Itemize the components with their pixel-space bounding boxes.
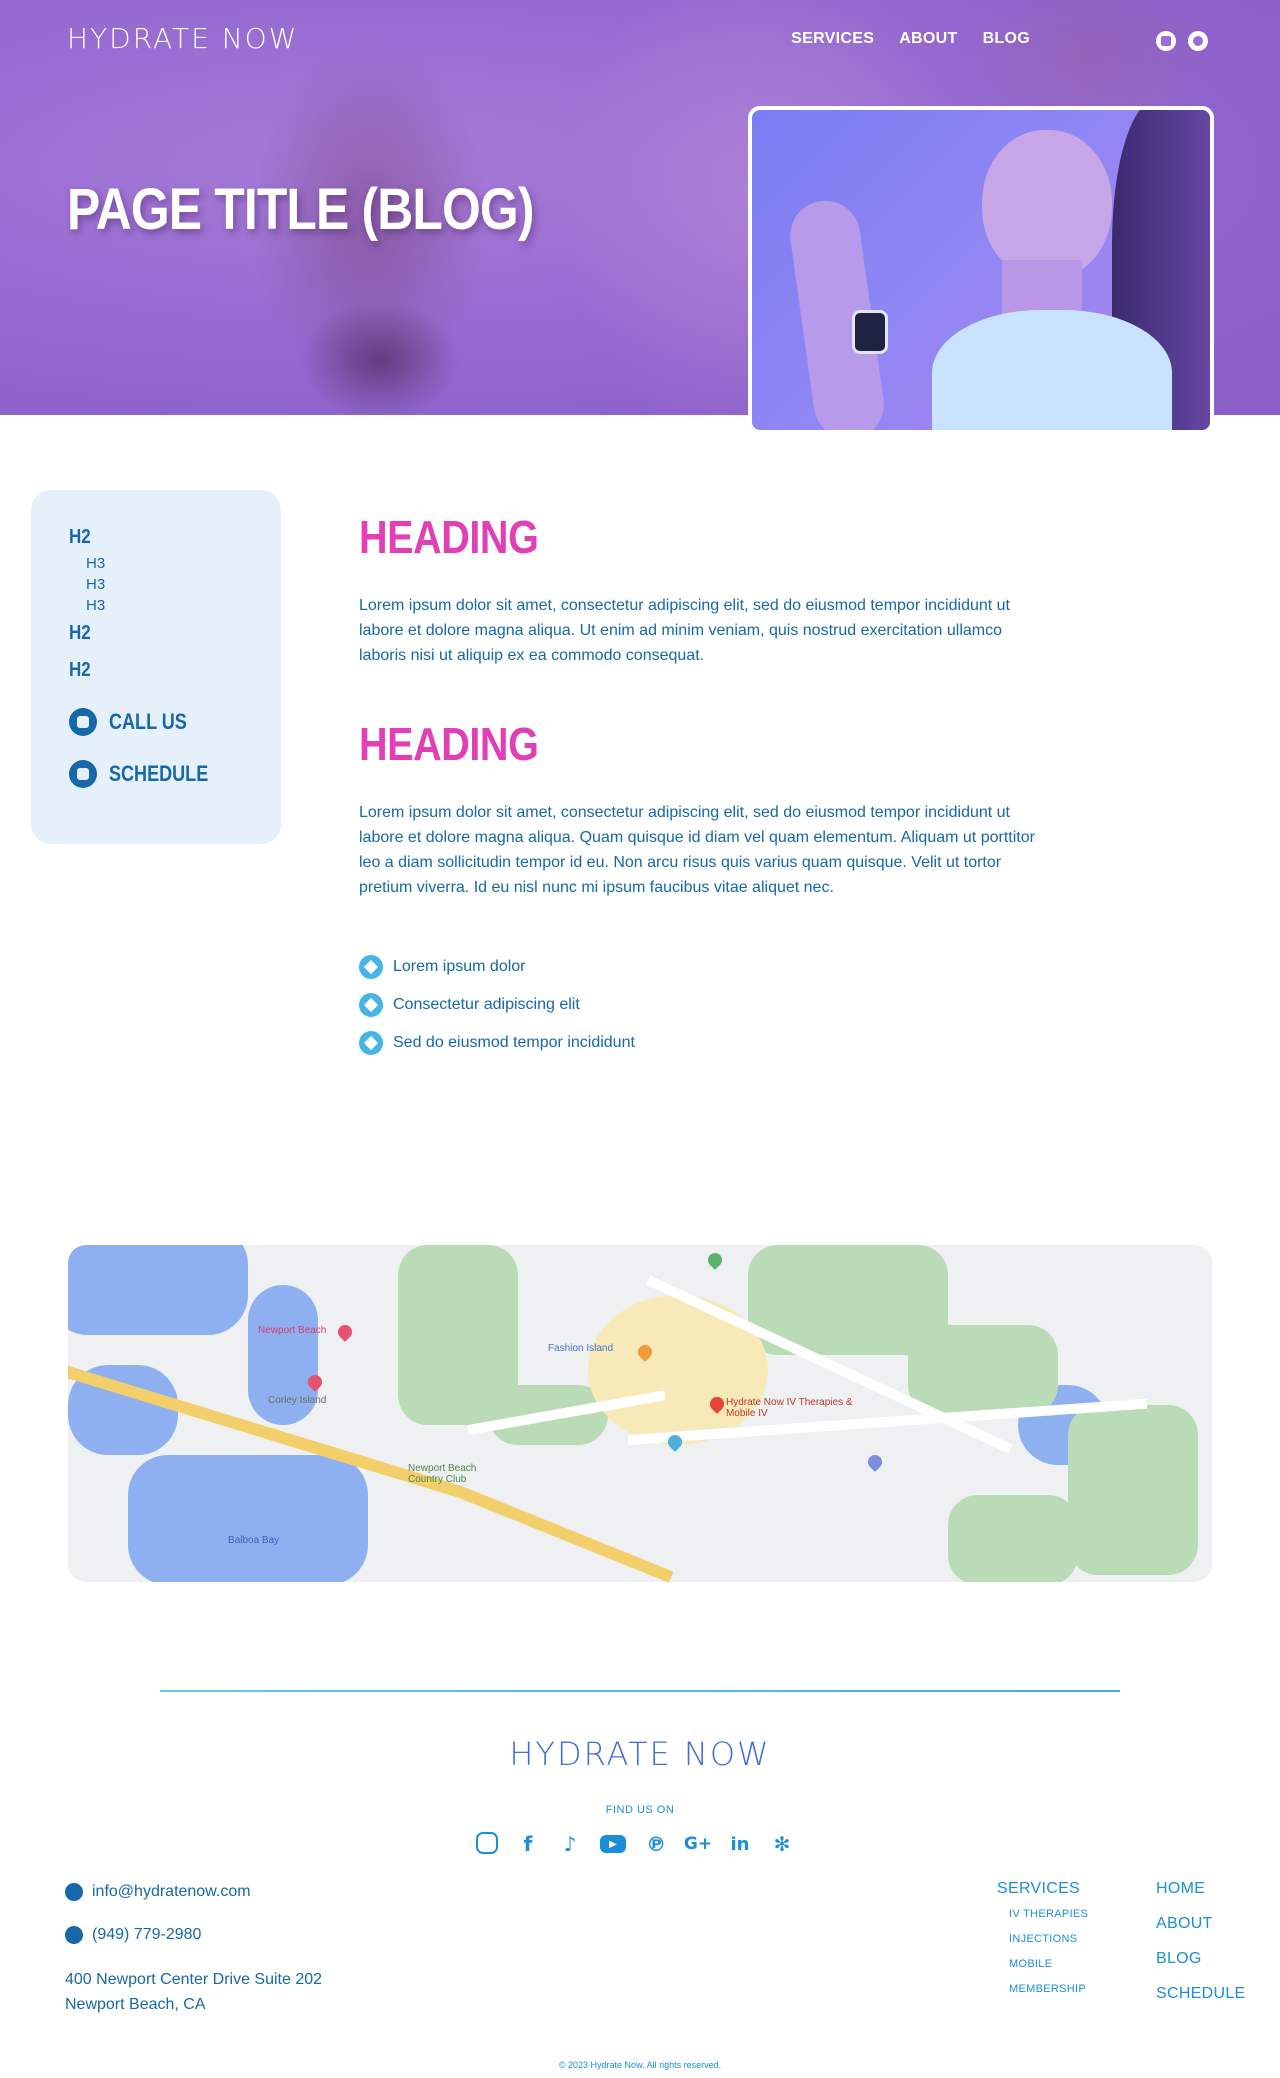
site-logo[interactable]: HYDRATE NOW (67, 22, 298, 55)
footer-link-blog[interactable]: BLOG (1156, 1950, 1246, 1968)
location-pin-icon (335, 1322, 355, 1342)
footer-address: 400 Newport Center Drive Suite 202 Newpo… (65, 1971, 323, 2013)
footer-link-home[interactable]: HOME (1156, 1880, 1246, 1898)
diamond-bullet-icon (359, 1031, 383, 1055)
whatsapp-icon (65, 1926, 83, 1944)
footer-link-about[interactable]: ABOUT (1156, 1915, 1246, 1933)
footer-link-iv-therapies[interactable]: IV THERAPIES (1009, 1908, 1088, 1920)
contact-phone[interactable]: (949) 779-2980 (65, 1926, 201, 1944)
bullet-list: Lorem ipsum dolor Consectetur adipiscing… (359, 948, 635, 1062)
instagram-icon[interactable] (476, 1832, 498, 1854)
social-links: f ♪ ▶ ℗ G+ in ✻ (476, 1832, 794, 1856)
main-nav: SERVICES ABOUT BLOG (791, 30, 1030, 48)
linkedin-icon[interactable]: in (728, 1832, 752, 1856)
footer-link-mobile[interactable]: MOBILE (1009, 1958, 1088, 1970)
facebook-icon[interactable]: f (516, 1832, 540, 1856)
yelp-icon[interactable]: ✻ (770, 1832, 794, 1856)
toc-h3-link[interactable]: H3 (86, 553, 281, 574)
whatsapp-icon[interactable] (1188, 31, 1208, 51)
location-map[interactable]: Corley Island Fashion Island Hydrate Now… (68, 1245, 1212, 1582)
hero-background-blur (300, 300, 460, 415)
phone-icon (69, 708, 97, 736)
google-plus-icon[interactable]: G+ (684, 1832, 712, 1856)
footer-link-services[interactable]: SERVICES (997, 1880, 1088, 1898)
toc-h2-link[interactable]: H2 (69, 526, 249, 549)
list-item: Lorem ipsum dolor (359, 948, 635, 986)
toc-h3-link[interactable]: H3 (86, 595, 281, 616)
location-pin-icon (705, 1250, 725, 1270)
toc-h2-link[interactable]: H2 (69, 659, 249, 682)
pinterest-icon[interactable]: ℗ (644, 1832, 668, 1856)
contact-email[interactable]: info@hydratenow.com (65, 1883, 251, 1901)
section-heading: HEADING (359, 718, 539, 770)
nav-services[interactable]: SERVICES (791, 30, 874, 48)
footer-logo[interactable]: HYDRATE NOW (0, 1735, 1280, 1773)
find-us-label: FIND US ON (605, 1804, 675, 1816)
section-paragraph: Lorem ipsum dolor sit amet, consectetur … (359, 804, 1035, 896)
footer-link-membership[interactable]: MEMBERSHIP (1009, 1983, 1088, 1995)
footer-divider (160, 1690, 1120, 1692)
calendar-icon[interactable] (1156, 31, 1176, 51)
list-item: Sed do eiusmod tempor incididunt (359, 1024, 635, 1062)
calendar-icon (69, 760, 97, 788)
email-icon (65, 1883, 83, 1901)
copyright: © 2023 Hydrate Now. All rights reserved. (558, 2060, 722, 2070)
call-us-label: CALL US (109, 709, 187, 734)
toc-h2-link[interactable]: H2 (69, 622, 249, 645)
call-us-button[interactable]: CALL US (69, 708, 281, 736)
hero-photo (748, 106, 1214, 434)
toc-h3-link[interactable]: H3 (86, 574, 281, 595)
header-icons (1156, 31, 1208, 51)
footer-services-menu: SERVICES IV THERAPIES INJECTIONS MOBILE … (997, 1880, 1088, 1995)
smartwatch (852, 310, 888, 354)
section-paragraph: Lorem ipsum dolor sit amet, consectetur … (359, 597, 1010, 664)
list-item: Consectetur adipiscing elit (359, 986, 635, 1024)
diamond-bullet-icon (359, 955, 383, 979)
footer-link-schedule[interactable]: SCHEDULE (1156, 1985, 1246, 2003)
schedule-button[interactable]: SCHEDULE (69, 760, 281, 788)
table-of-contents: H2 H3 H3 H3 H2 H2 CALL US SCHEDULE (31, 490, 281, 844)
schedule-label: SCHEDULE (109, 761, 209, 786)
nav-blog[interactable]: BLOG (983, 30, 1030, 48)
youtube-icon[interactable]: ▶ (600, 1835, 626, 1853)
footer-link-injections[interactable]: INJECTIONS (1009, 1933, 1088, 1945)
nav-about[interactable]: ABOUT (899, 30, 957, 48)
footer-main-menu: HOME ABOUT BLOG SCHEDULE (1156, 1880, 1246, 2003)
section-heading: HEADING (359, 511, 539, 563)
diamond-bullet-icon (359, 993, 383, 1017)
location-pin-icon (865, 1452, 885, 1472)
tiktok-icon[interactable]: ♪ (558, 1832, 582, 1856)
page-title: PAGE TITLE (BLOG) (67, 177, 534, 242)
